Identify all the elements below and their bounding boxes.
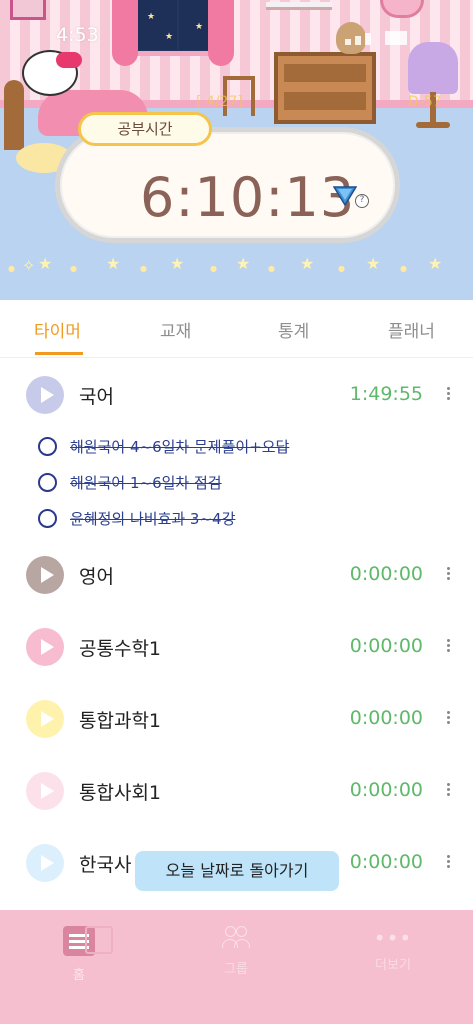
subject-row[interactable]: 공통수학1 0:00:00 xyxy=(0,626,473,670)
dot-icon: ● xyxy=(70,264,77,273)
subject-name: 국어 xyxy=(79,386,114,408)
help-icon[interactable]: ? xyxy=(355,194,369,208)
star-icon: ★ xyxy=(195,22,204,32)
dot-icon: ● xyxy=(400,264,407,273)
subject-name: 공통수학1 xyxy=(79,638,162,660)
more-dots-icon: ••• xyxy=(373,926,413,950)
wall-picture xyxy=(10,0,46,20)
faint-date: [ 4/27] xyxy=(196,94,243,110)
subject-row[interactable]: 영어 0:00:00 xyxy=(0,554,473,598)
play-icon[interactable] xyxy=(26,376,64,414)
dress xyxy=(408,42,458,94)
tab-bar: 타이머 교재 통계 플래너 xyxy=(0,300,473,358)
faint-dday: D-57 xyxy=(408,94,442,110)
stand-base xyxy=(416,122,450,128)
active-tab-indicator xyxy=(35,352,83,355)
play-icon[interactable] xyxy=(26,844,64,882)
todo-item[interactable]: 해원국어 1~6일차 점검 xyxy=(38,471,338,495)
curtain-left xyxy=(112,0,138,66)
play-icon[interactable] xyxy=(26,628,64,666)
nav-group-label: 그룹 xyxy=(224,962,248,977)
go-to-today-button[interactable]: 오늘 날짜로 돌아가기 xyxy=(135,851,339,891)
nav-home[interactable]: 홈 xyxy=(34,926,124,983)
star-icon: ✧ xyxy=(22,256,36,275)
star-icon: ★ xyxy=(165,32,174,42)
calendar-icon[interactable] xyxy=(85,926,113,954)
subject-time: 0:00:00 xyxy=(349,563,423,585)
nav-more[interactable]: ••• 더보기 xyxy=(348,926,438,973)
star-icon: ★ xyxy=(170,254,185,273)
battery-icon xyxy=(385,31,407,45)
tab-textbook[interactable]: 교재 xyxy=(160,317,191,342)
todo-text: 윤혜정의 나비효과 3~4강 xyxy=(70,510,236,528)
dot-icon: ● xyxy=(210,264,217,273)
bottom-nav: 홈 그룹 ••• 더보기 xyxy=(0,910,473,1024)
subject-row[interactable]: 통합사회1 0:00:00 xyxy=(0,770,473,814)
play-icon[interactable] xyxy=(26,772,64,810)
todo-text: 해원국어 1~6일차 점검 xyxy=(70,474,222,492)
todo-item[interactable]: 윤혜정의 나비효과 3~4강 xyxy=(38,507,338,531)
star-garland: ● ✧ ★ ● ★ ● ★ ● ★ ● ★ ● ★ ● ★ xyxy=(0,254,473,284)
tab-planner[interactable]: 플래너 xyxy=(388,317,435,342)
more-options-icon[interactable] xyxy=(444,709,452,729)
more-options-icon[interactable] xyxy=(444,853,452,873)
signal-bar-icon xyxy=(345,39,351,45)
triangle-down-icon[interactable] xyxy=(333,186,357,206)
play-icon[interactable] xyxy=(26,556,64,594)
status-time: 4:53 xyxy=(56,24,99,46)
subject-time: 0:00:00 xyxy=(349,851,423,873)
star-icon: ★ xyxy=(38,254,53,273)
subject-name: 통합사회1 xyxy=(79,782,162,804)
more-options-icon[interactable] xyxy=(444,565,452,585)
nav-group[interactable]: 그룹 xyxy=(191,926,281,977)
more-options-icon[interactable] xyxy=(444,385,452,405)
dresser-drawer xyxy=(284,92,366,110)
curtain-right xyxy=(208,0,234,66)
subject-time: 0:00:00 xyxy=(349,635,423,657)
dot-icon: ● xyxy=(268,264,275,273)
subject-name: 한국사 xyxy=(79,854,132,876)
more-options-icon[interactable] xyxy=(444,637,452,657)
star-icon: ★ xyxy=(428,254,443,273)
study-time-label: 공부시간 xyxy=(78,112,212,146)
nav-more-label: 더보기 xyxy=(375,958,411,973)
bed-headboard xyxy=(4,80,24,150)
wall-shelf xyxy=(266,2,332,10)
subject-row[interactable]: 국어 1:49:55 xyxy=(0,374,473,418)
todo-item[interactable]: 해원국어 4~6일차 문제풀이+오답 xyxy=(38,435,338,459)
signal-bar-icon xyxy=(365,33,371,45)
total-study-timer: 6:10:13 xyxy=(140,166,356,229)
todo-checkbox[interactable] xyxy=(38,473,57,492)
status-icons xyxy=(345,26,425,45)
kitty-bow xyxy=(56,52,82,68)
dot-icon: ● xyxy=(338,264,345,273)
subject-time: 0:00:00 xyxy=(349,707,423,729)
subject-time: 0:00:00 xyxy=(349,779,423,801)
todo-checkbox[interactable] xyxy=(38,509,57,528)
group-icon xyxy=(221,926,251,950)
todo-checkbox[interactable] xyxy=(38,437,57,456)
dresser xyxy=(274,52,376,124)
star-icon: ★ xyxy=(236,254,251,273)
subject-row[interactable]: 통합과학1 0:00:00 xyxy=(0,698,473,742)
subject-name: 영어 xyxy=(79,566,114,588)
star-icon: ★ xyxy=(366,254,381,273)
more-options-icon[interactable] xyxy=(444,781,452,801)
subject-name: 통합과학1 xyxy=(79,710,162,732)
play-icon[interactable] xyxy=(26,700,64,738)
star-icon: ★ xyxy=(300,254,315,273)
tab-statistics[interactable]: 통계 xyxy=(278,317,309,342)
star-icon: ★ xyxy=(106,254,121,273)
dot-icon: ● xyxy=(8,264,15,273)
subject-time: 1:49:55 xyxy=(349,383,423,405)
signal-bar-icon xyxy=(355,36,361,45)
dresser-drawer xyxy=(284,64,366,82)
header-illustration: ★ ★ ★ 4:53 [ 4/27] D-57 공부시간 6:10:13 ? ●… xyxy=(0,0,473,300)
nav-home-label: 홈 xyxy=(73,968,85,983)
tab-timer[interactable]: 타이머 xyxy=(34,317,81,342)
todo-text: 해원국어 4~6일차 문제풀이+오답 xyxy=(70,438,290,456)
dot-icon: ● xyxy=(140,264,147,273)
star-icon: ★ xyxy=(147,12,156,22)
